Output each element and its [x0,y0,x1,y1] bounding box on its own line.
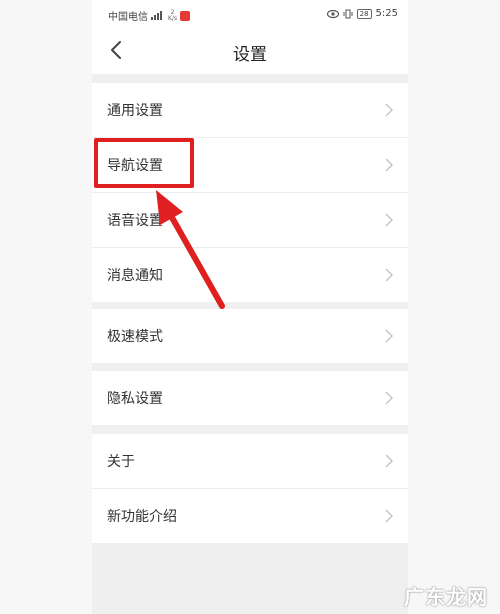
settings-item-label: 消息通知 [107,268,163,284]
chevron-right-icon [385,103,394,117]
network-speed: 2 K/s [168,8,178,22]
settings-item-privacy[interactable]: 隐私设置 [92,371,408,425]
settings-item-label: 隐私设置 [107,391,163,407]
settings-item-label: 关于 [107,454,135,470]
chevron-right-icon [385,454,394,468]
watermark: 广东龙网 [404,585,488,609]
settings-item-label: 新功能介绍 [107,509,177,525]
settings-group-4: 关于 新功能介绍 [92,434,408,543]
settings-item-speed-mode[interactable]: 极速模式 [92,309,408,363]
settings-item-label: 语音设置 [107,213,163,229]
settings-group-2: 极速模式 [92,309,408,363]
highlight-box [94,138,194,188]
status-time: 5:25 [375,8,398,19]
notification-icon [180,10,191,21]
background-left [0,0,92,614]
settings-item-voice[interactable]: 语音设置 [92,192,408,247]
phone-screen: 中国电信 2 K/s 28 5:25 设置 通用设置 导航设置 语音设置 消息通… [92,0,408,614]
chevron-right-icon [385,391,394,405]
chevron-right-icon [385,158,394,172]
page-title: 设置 [233,45,267,65]
settings-item-label: 极速模式 [107,329,163,345]
vibrate-icon [343,9,353,18]
settings-group-1: 通用设置 导航设置 语音设置 消息通知 [92,83,408,302]
settings-item-label: 通用设置 [107,103,163,119]
eye-icon [326,9,339,18]
battery-level: 28 [356,8,372,19]
chevron-right-icon [385,213,394,227]
settings-item-general[interactable]: 通用设置 [92,83,408,137]
settings-item-whats-new[interactable]: 新功能介绍 [92,488,408,543]
chevron-right-icon [385,509,394,523]
chevron-right-icon [385,268,394,282]
chevron-right-icon [385,329,394,343]
carrier-name: 中国电信 [108,12,148,23]
settings-group-3: 隐私设置 [92,371,408,425]
background-right [408,0,500,614]
status-bar: 中国电信 2 K/s 28 5:25 [92,0,408,28]
settings-item-notifications[interactable]: 消息通知 [92,247,408,302]
settings-item-about[interactable]: 关于 [92,434,408,488]
navigation-bar: 设置 [92,28,408,74]
signal-icon [151,11,165,20]
